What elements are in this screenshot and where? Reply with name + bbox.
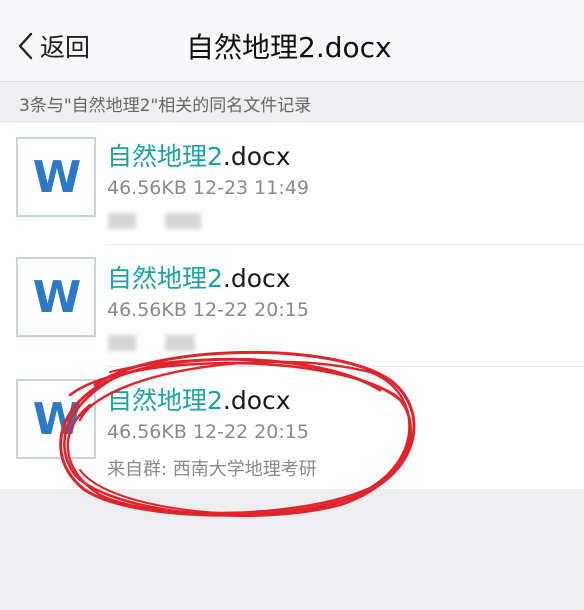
result-count-label: 3条与"自然地理2"相关的同名文件记录 — [0, 83, 584, 123]
file-meta: 46.56KB 12-22 20:15 — [107, 299, 309, 321]
back-label: 返回 — [40, 33, 91, 62]
file-row-1[interactable]: W 自然地理2.docx 46.56KB 12-23 11:49 — [0, 123, 584, 245]
file-meta: 46.56KB 12-23 11:49 — [107, 177, 309, 199]
file-name: 自然地理2.docx — [107, 142, 291, 171]
file-row-2[interactable]: W 自然地理2.docx 46.56KB 12-22 20:15 — [0, 245, 584, 367]
top-bar: 返回 自然地理2.docx — [0, 0, 584, 82]
page-title: 自然地理2.docx — [186, 31, 392, 64]
back-button[interactable]: 返回 — [16, 26, 90, 66]
file-row-3[interactable]: W 自然地理2.docx 46.56KB 12-22 20:15 来自群: 西南… — [0, 367, 584, 489]
chevron-left-icon — [18, 32, 33, 60]
file-name: 自然地理2.docx — [107, 386, 291, 415]
file-name: 自然地理2.docx — [107, 264, 291, 293]
word-file-icon: W — [16, 379, 96, 459]
redacted-sender — [108, 335, 136, 351]
word-file-icon: W — [16, 257, 96, 337]
redacted-sender — [108, 213, 136, 229]
redacted-sender-name — [165, 213, 201, 229]
redacted-sender-name — [165, 335, 195, 351]
file-source: 来自群: 西南大学地理考研 — [107, 459, 317, 480]
file-meta: 46.56KB 12-22 20:15 — [107, 421, 309, 443]
file-list: W 自然地理2.docx 46.56KB 12-23 11:49 W 自然地理2… — [0, 123, 584, 489]
word-file-icon: W — [16, 137, 96, 217]
